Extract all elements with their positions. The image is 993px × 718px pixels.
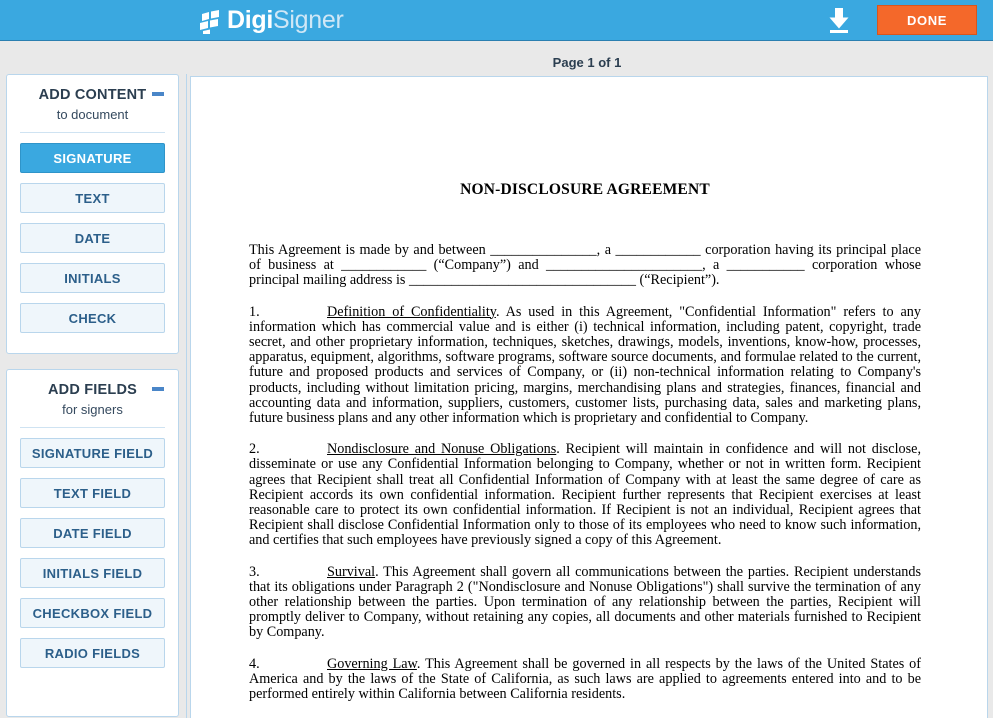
add-initials-button[interactable]: INITIALS bbox=[20, 263, 165, 293]
download-icon bbox=[829, 8, 849, 33]
add-fields-button-list: SIGNATURE FIELD TEXT FIELD DATE FIELD IN… bbox=[7, 428, 178, 668]
panel-divider bbox=[20, 427, 165, 428]
document-title: NON-DISCLOSURE AGREEMENT bbox=[460, 181, 710, 198]
document-viewer[interactable]: NON-DISCLOSURE AGREEMENT This Agreement … bbox=[188, 74, 993, 718]
download-button[interactable] bbox=[823, 4, 855, 37]
add-content-panel-header: ADD CONTENT to document bbox=[7, 75, 178, 133]
text-field-button[interactable]: TEXT FIELD bbox=[20, 478, 165, 508]
logo-text-digi: Digi bbox=[227, 6, 274, 34]
done-button[interactable]: DONE bbox=[877, 5, 977, 35]
document-clause: 1. Definition of Confidentiality. As used… bbox=[249, 303, 921, 427]
add-content-button-list: SIGNATURE TEXT DATE INITIALS CHECK bbox=[7, 133, 178, 333]
document-page[interactable]: NON-DISCLOSURE AGREEMENT This Agreement … bbox=[190, 76, 988, 718]
logo-wordmark: DigiSigner bbox=[227, 8, 344, 33]
logo-text-signer: Signer bbox=[273, 6, 344, 34]
page-indicator: Page 1 of 1 bbox=[552, 55, 622, 70]
panel-divider bbox=[20, 132, 165, 133]
clause-number: 4. bbox=[249, 655, 260, 672]
add-check-button[interactable]: CHECK bbox=[20, 303, 165, 333]
document-clause: 3. Survival. This Agreement shall govern … bbox=[249, 563, 921, 641]
document-clause: 4. Governing Law. This Agreement shall be… bbox=[249, 655, 921, 703]
clause-number: 1. bbox=[249, 303, 260, 320]
radio-fields-button[interactable]: RADIO FIELDS bbox=[20, 638, 165, 668]
app-header: DigiSigner DONE bbox=[0, 0, 993, 41]
clause-number: 2. bbox=[249, 441, 260, 458]
add-text-button[interactable]: TEXT bbox=[20, 183, 165, 213]
document-clause: 2. Nondisclosure and Nonuse Obligations. … bbox=[249, 441, 921, 549]
signature-field-button[interactable]: SIGNATURE FIELD bbox=[20, 438, 165, 468]
checkbox-field-button[interactable]: CHECKBOX FIELD bbox=[20, 598, 165, 628]
minus-icon[interactable] bbox=[152, 92, 164, 96]
add-content-panel-subtitle: to document bbox=[56, 107, 129, 122]
add-content-panel: ADD CONTENT to document SIGNATURE TEXT D… bbox=[6, 74, 179, 354]
add-fields-panel-header: ADD FIELDS for signers bbox=[7, 370, 178, 428]
minus-icon[interactable] bbox=[152, 387, 164, 391]
digisigner-blocks-logo-icon bbox=[200, 9, 219, 34]
clause-heading: Nondisclosure and Nonuse Obligations bbox=[327, 441, 557, 458]
app-logo: DigiSigner bbox=[198, 4, 344, 37]
add-fields-panel-subtitle: for signers bbox=[62, 402, 123, 417]
clause-heading: Governing Law bbox=[327, 655, 417, 672]
clause-number: 3. bbox=[249, 563, 260, 580]
sidebar: ADD CONTENT to document SIGNATURE TEXT D… bbox=[0, 74, 187, 718]
clause-heading: Definition of Confidentiality bbox=[327, 303, 496, 320]
clause-heading: Survival bbox=[327, 563, 376, 580]
add-date-button[interactable]: DATE bbox=[20, 223, 165, 253]
document-content: NON-DISCLOSURE AGREEMENT This Agreement … bbox=[249, 181, 921, 702]
clause-body: . Recipient will maintain in confidence … bbox=[249, 441, 921, 549]
add-fields-panel: ADD FIELDS for signers SIGNATURE FIELD T… bbox=[6, 369, 179, 717]
date-field-button[interactable]: DATE FIELD bbox=[20, 518, 165, 548]
document-preamble: This Agreement is made by and between __… bbox=[249, 242, 921, 289]
clause-body: . As used in this Agreement, "Confidenti… bbox=[249, 303, 921, 427]
add-signature-button[interactable]: SIGNATURE bbox=[20, 143, 165, 173]
initials-field-button[interactable]: INITIALS FIELD bbox=[20, 558, 165, 588]
